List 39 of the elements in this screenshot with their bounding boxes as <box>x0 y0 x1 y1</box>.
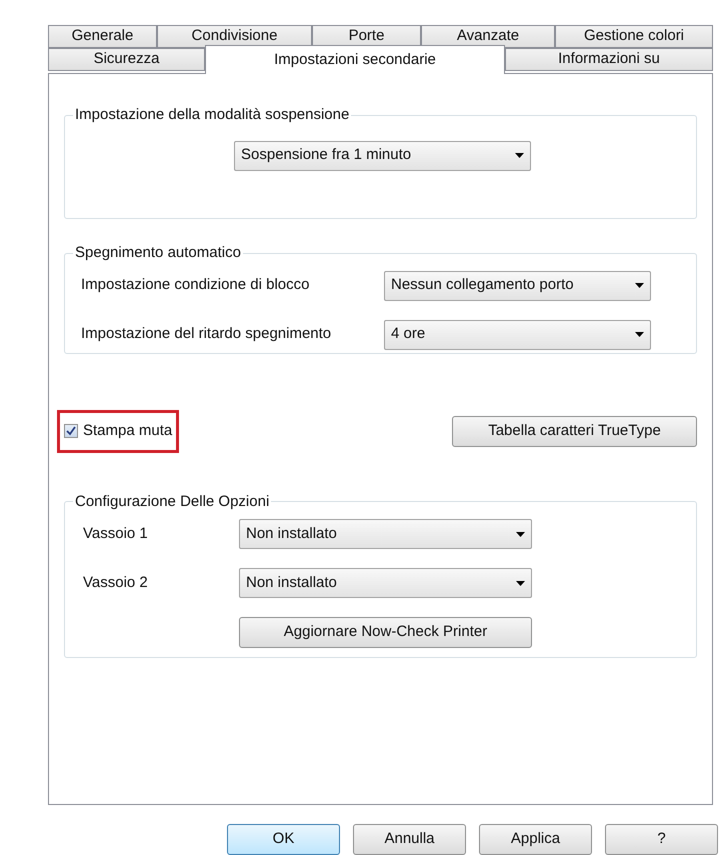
truetype-button[interactable]: Tabella caratteri TrueType <box>452 416 697 447</box>
dropdown-caret-icon <box>516 532 525 536</box>
update-button[interactable]: Aggiornare Now-Check Printer <box>239 617 532 648</box>
dropdown[interactable]: Nessun collegamento porto <box>384 270 651 300</box>
dropdown-caret-icon <box>635 332 644 337</box>
field-label: Impostazione condizione di blocco <box>81 275 310 296</box>
field-label: Vassoio 1 <box>82 524 149 544</box>
dropdown-value: 4 ore <box>391 324 426 344</box>
dropdown[interactable]: Sospensione fra 1 minuto <box>234 140 531 170</box>
checkbox[interactable] <box>64 424 78 438</box>
dropdown-value: Non installato <box>246 572 337 593</box>
dropdown[interactable]: Non installato <box>239 519 532 549</box>
dropdown-caret-icon <box>635 283 644 288</box>
tab[interactable]: Impostazioni secondarie <box>205 45 505 74</box>
tab[interactable]: Condivisione <box>157 25 312 48</box>
group-title: Configurazione Delle Opzioni <box>74 492 270 512</box>
group-title: Impostazione della modalità sospensione <box>74 105 350 125</box>
checkmark-icon <box>66 426 76 436</box>
dropdown-value: Sospensione fra 1 minuto <box>241 145 412 166</box>
dialog-button[interactable]: OK <box>227 824 340 855</box>
field-label: Vassoio 2 <box>82 572 149 593</box>
dropdown-caret-icon <box>515 153 524 158</box>
tab[interactable]: Informazioni su <box>505 48 713 71</box>
checkbox-label: Stampa muta <box>83 421 172 441</box>
dropdown-caret-icon <box>516 580 525 586</box>
tab[interactable]: Gestione colori <box>555 25 713 48</box>
dropdown-value: Nessun collegamento porto <box>391 275 574 296</box>
tab[interactable]: Avanzate <box>421 25 555 48</box>
tab[interactable]: Generale <box>48 25 157 48</box>
dialog-button[interactable]: Applica <box>479 824 592 855</box>
dialog-button[interactable]: Annulla <box>353 824 466 855</box>
dropdown[interactable]: 4 ore <box>384 320 651 350</box>
dropdown[interactable]: Non installato <box>239 568 532 598</box>
dropdown-value: Non installato <box>246 524 337 544</box>
tab[interactable]: Sicurezza <box>48 48 205 71</box>
field-label: Impostazione del ritardo spegnimento <box>81 324 332 344</box>
group-title: Spegnimento automatico <box>74 243 242 263</box>
checkbox-row[interactable]: Stampa muta <box>57 410 180 452</box>
dialog-button[interactable]: ? <box>605 824 718 855</box>
